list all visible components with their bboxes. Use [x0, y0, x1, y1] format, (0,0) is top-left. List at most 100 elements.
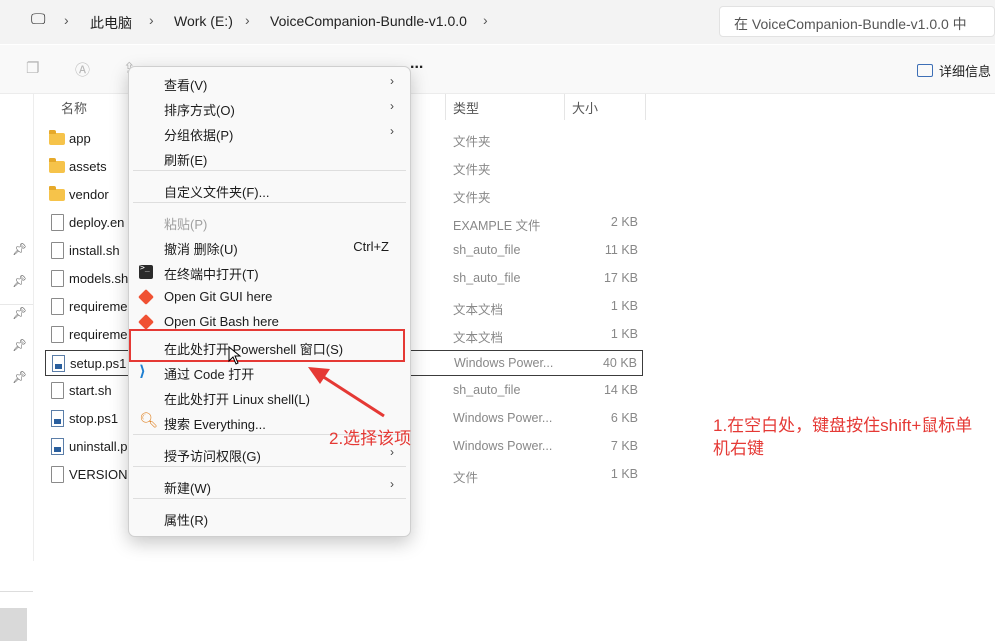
breadcrumb-work-drive[interactable]: Work (E:)	[174, 13, 233, 29]
context-menu: 查看(V) › 排序方式(O) › 分组依据(P) › 刷新(E) 自定义文件夹(F)... 粘…	[128, 66, 411, 537]
powershell-file-icon	[51, 438, 64, 455]
file-size: 17 KB	[603, 271, 638, 285]
mouse-cursor-icon	[228, 346, 242, 365]
file-size: 1 KB	[610, 299, 638, 313]
menu-item-refresh[interactable]: 刷新(E)	[133, 146, 406, 170]
chevron-right-icon[interactable]: ›	[483, 12, 488, 28]
menu-separator	[133, 498, 406, 499]
pin-icon[interactable]: 📌︎	[12, 242, 27, 256]
menu-item-label: 撤消 删除(U)	[164, 242, 238, 257]
file-name: install.sh	[69, 243, 120, 258]
details-label: 详细信息	[939, 64, 992, 79]
pin-icon[interactable]: 📌︎	[12, 370, 27, 384]
folder-icon	[49, 186, 65, 201]
copy-icon[interactable]: ❐	[26, 59, 44, 77]
breadcrumb-current-folder[interactable]: VoiceCompanion-Bundle-v1.0.0	[270, 13, 467, 29]
menu-item-git-gui[interactable]: Open Git GUI here	[133, 285, 406, 309]
file-name: stop.ps1	[69, 411, 119, 426]
nav-divider	[0, 591, 33, 592]
search-box[interactable]: 在 VoiceCompanion-Bundle-v1.0.0 中	[719, 6, 995, 37]
column-divider[interactable]	[645, 94, 646, 120]
file-size: 40 KB	[602, 356, 637, 370]
terminal-icon	[139, 263, 153, 279]
menu-item-label: 在终端中打开(T)	[164, 267, 259, 282]
nav-item-selected[interactable]	[0, 608, 27, 641]
file-name: requireme	[69, 327, 128, 342]
file-name: setup.ps1	[70, 356, 127, 371]
menu-separator	[133, 466, 406, 467]
menu-separator	[133, 170, 406, 171]
file-type: 文件夹	[453, 135, 491, 149]
file-icon	[51, 270, 64, 287]
menu-item-properties[interactable]: 属性(R)	[133, 506, 406, 530]
menu-item-label: 自定义文件夹(F)...	[164, 185, 270, 200]
vscode-icon: ⟩	[139, 363, 146, 380]
column-header-size[interactable]: 大小	[572, 98, 598, 117]
nav-divider	[0, 304, 33, 305]
chevron-right-icon: ›	[149, 12, 154, 28]
everything-search-icon: 🔍︎	[139, 412, 159, 429]
navigation-pane: 📌︎ 📌︎ 📌︎ 📌︎ 📌︎	[0, 94, 34, 641]
file-type: Windows Power...	[454, 356, 554, 370]
column-header-name[interactable]: 名称	[61, 98, 87, 117]
file-size: 2 KB	[610, 215, 638, 229]
menu-item-label: Open Git GUI here	[164, 289, 273, 304]
file-name: assets	[69, 159, 107, 174]
details-pane-button[interactable]: 详细信息	[917, 61, 991, 80]
git-icon	[138, 289, 154, 305]
pin-icon[interactable]: 📌︎	[12, 338, 27, 352]
menu-item-label: 搜索 Everything...	[164, 417, 266, 432]
menu-item-label: 在此处打开 Linux shell(L)	[164, 392, 310, 407]
pin-icon[interactable]: 📌︎	[12, 306, 27, 320]
text-file-icon	[51, 326, 64, 343]
file-type: sh_auto_file	[453, 243, 521, 257]
rename-icon[interactable]: Ⓐ	[75, 59, 93, 79]
menu-item-sort-by[interactable]: 排序方式(O) ›	[133, 96, 406, 120]
menu-item-open-terminal[interactable]: 在终端中打开(T)	[133, 260, 406, 284]
pin-icon[interactable]: 📌︎	[12, 274, 27, 288]
file-size: 6 KB	[610, 411, 638, 425]
file-size: 1 KB	[610, 467, 638, 481]
column-divider[interactable]	[445, 94, 446, 120]
menu-item-customize-folder[interactable]: 自定义文件夹(F)...	[133, 178, 406, 202]
file-type: Windows Power...	[453, 439, 553, 453]
chevron-right-icon: ›	[390, 74, 394, 88]
column-divider[interactable]	[564, 94, 565, 120]
menu-item-view[interactable]: 查看(V) ›	[133, 71, 406, 95]
menu-separator	[133, 202, 406, 203]
address-bar: 🖵 › 此电脑 › Work (E:) › VoiceCompanion-Bun…	[0, 0, 995, 44]
chevron-right-icon: ›	[245, 12, 250, 28]
file-name: start.sh	[69, 383, 112, 398]
menu-item-label: 分组依据(P)	[164, 128, 234, 143]
details-pane-icon	[917, 64, 933, 77]
menu-item-label: 通过 Code 打开	[164, 367, 255, 382]
menu-item-undo-delete[interactable]: 撤消 删除(U) Ctrl+Z	[133, 235, 406, 259]
menu-item-group-by[interactable]: 分组依据(P) ›	[133, 121, 406, 145]
file-type: 文本文档	[453, 331, 504, 345]
text-file-icon	[51, 298, 64, 315]
search-placeholder: 在 VoiceCompanion-Bundle-v1.0.0 中	[734, 16, 967, 32]
file-type: sh_auto_file	[453, 383, 521, 397]
file-size: 1 KB	[610, 327, 638, 341]
file-type: 文件	[453, 471, 479, 485]
menu-item-label: 排序方式(O)	[164, 103, 235, 118]
chevron-right-icon: ›	[64, 12, 69, 28]
file-size: 14 KB	[603, 383, 638, 397]
column-header-type[interactable]: 类型	[453, 98, 479, 117]
menu-item-shortcut: Ctrl+Z	[353, 239, 389, 254]
file-name: requireme	[69, 299, 128, 314]
menu-item-label: 查看(V)	[164, 78, 208, 93]
menu-item-new[interactable]: 新建(W) ›	[133, 474, 406, 498]
more-options-button[interactable]: ...	[410, 55, 423, 73]
annotation-step2: 2.选择该项	[329, 429, 412, 448]
breadcrumb-this-pc[interactable]: 此电脑	[90, 13, 132, 33]
file-type: Windows Power...	[453, 411, 553, 425]
chevron-right-icon: ›	[390, 477, 394, 491]
computer-icon[interactable]: 🖵	[31, 11, 45, 28]
folder-icon	[49, 130, 65, 145]
menu-item-label: 属性(R)	[164, 513, 209, 528]
file-icon	[51, 242, 64, 259]
chevron-right-icon: ›	[390, 124, 394, 138]
file-icon	[51, 214, 64, 231]
file-name: vendor	[69, 187, 109, 202]
